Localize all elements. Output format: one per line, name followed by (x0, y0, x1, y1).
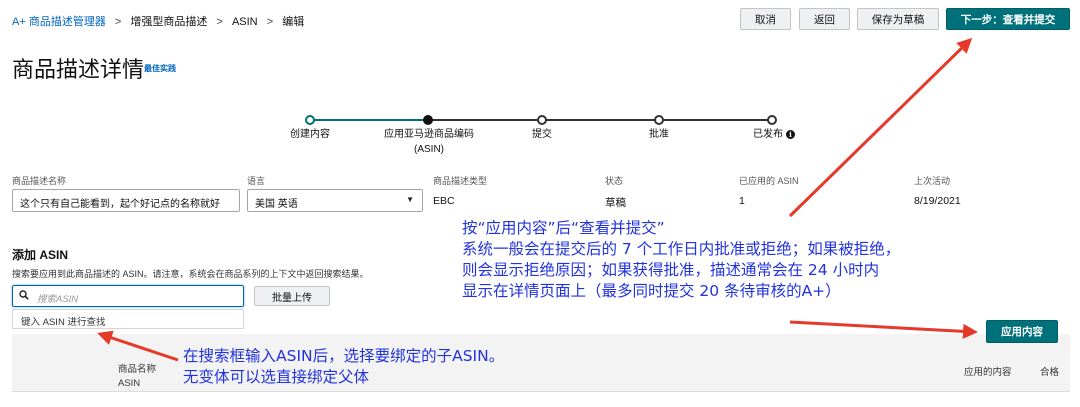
column-product-asin: 商品名称 ASIN (118, 363, 156, 391)
status-label: 状态 (605, 176, 624, 186)
step-dot-create (305, 115, 315, 125)
annotation-line: 系统一般会在提交后的 7 个工作日内批准或拒绝；如果被拒绝， (462, 240, 901, 258)
step-dot-approve (654, 115, 664, 125)
annotation-line: 无变体可以选直接绑定父体 (183, 368, 370, 386)
description-name-input[interactable]: 这个只有自己能看到，起个好记点的名称就好 (12, 189, 240, 212)
annotation-line: 在搜索框输入ASIN后，选择要绑定的子ASIN。 (183, 347, 505, 365)
add-asin-description: 搜索要应用到此商品描述的 ASIN。请注意，系统会在商品系列的上下文中返回搜索结… (12, 269, 369, 279)
annotation-line: 按“应用内容”后“查看并提交” (462, 219, 665, 237)
name-label: 商品描述名称 (12, 176, 67, 186)
step-label-create: 创建内容 (290, 129, 330, 140)
type-value: EBC (433, 195, 455, 207)
breadcrumb-item-edit: 编辑 (282, 16, 305, 28)
stepper-track-todo (428, 119, 772, 121)
dropdown-caret-icon: ▼ (406, 195, 414, 204)
language-label: 语言 (247, 176, 266, 186)
step-label-published: 已发布 i (744, 127, 804, 142)
applied-asin-value: 1 (739, 195, 745, 207)
cancel-button[interactable]: 取消 (740, 8, 791, 30)
arrow-to-apply-button (789, 320, 978, 339)
breadcrumb-separator: > (114, 16, 122, 28)
type-label: 商品描述类型 (433, 176, 488, 186)
step-label-apply-asin-main: 应用亚马逊商品编码 (384, 129, 474, 140)
stepper-track-done (310, 119, 428, 121)
step-label-apply-asin: 应用亚马逊商品编码 (ASIN) (374, 127, 484, 157)
annotation-search-note: 在搜索框输入ASIN后，选择要绑定的子ASIN。 无变体可以选直接绑定父体 (183, 346, 504, 388)
back-button[interactable]: 返回 (799, 8, 850, 30)
table-header (12, 348, 1070, 392)
step-label-published-text: 已发布 (753, 129, 783, 140)
info-icon[interactable]: i (786, 130, 795, 139)
annotation-line: 则会显示拒绝原因；如果获得批准，描述通常会在 24 小时内 (462, 261, 880, 279)
annotation-submit-note: 按“应用内容”后“查看并提交” 系统一般会在提交后的 7 个工作日内批准或拒绝；… (462, 218, 900, 302)
column-asin: ASIN (118, 378, 141, 389)
table-toolbar (12, 334, 1070, 348)
language-value: 美国 英语 (255, 199, 298, 210)
step-label-approve: 批准 (649, 129, 669, 140)
asin-search-input[interactable]: 搜索ASIN (12, 285, 244, 307)
breadcrumb: A+ 商品描述管理器 > 增强型商品描述 > ASIN > 编辑 (12, 13, 304, 29)
search-icon (19, 290, 29, 300)
step-dot-submit (537, 115, 547, 125)
step-dot-published (767, 115, 777, 125)
column-product-name: 商品名称 (118, 364, 157, 375)
last-activity-label: 上次活动 (914, 176, 951, 186)
breadcrumb-item-enhanced[interactable]: 增强型商品描述 (130, 16, 207, 28)
search-dropdown-hint: 键入 ASIN 进行查找 (12, 309, 244, 329)
step-label-submit: 提交 (532, 129, 552, 140)
annotation-line: 显示在详情页面上（最多同时提交 20 条待审核的A+） (462, 282, 841, 300)
apply-content-button[interactable]: 应用内容 (986, 320, 1058, 343)
language-select[interactable]: 美国 英语 ▼ (247, 189, 423, 212)
search-placeholder: 搜索ASIN (37, 294, 79, 305)
save-draft-button[interactable]: 保存为草稿 (857, 8, 939, 30)
add-asin-title: 添加 ASIN (12, 248, 69, 262)
next-review-submit-button[interactable]: 下一步：查看并提交 (946, 8, 1070, 30)
breadcrumb-item-asin[interactable]: ASIN (232, 16, 258, 28)
step-dot-apply-asin (423, 115, 433, 125)
last-activity-value: 8/19/2021 (914, 195, 961, 207)
page-title: 商品描述详情 (12, 57, 145, 82)
column-applied-content: 应用的内容 (964, 367, 1012, 378)
breadcrumb-item-aplus-manager[interactable]: A+ 商品描述管理器 (12, 16, 106, 28)
column-eligible: 合格 (1040, 367, 1060, 378)
breadcrumb-separator: > (216, 16, 223, 28)
arrow-to-next-button (788, 37, 973, 218)
applied-asin-label: 已应用的 ASIN (739, 176, 799, 186)
step-label-apply-asin-sub: (ASIN) (414, 144, 444, 155)
status-value: 草稿 (605, 197, 626, 209)
breadcrumb-separator: > (266, 16, 274, 28)
bulk-upload-button[interactable]: 批量上传 (254, 286, 330, 306)
best-practice-link[interactable]: 最佳实践 (144, 63, 176, 74)
